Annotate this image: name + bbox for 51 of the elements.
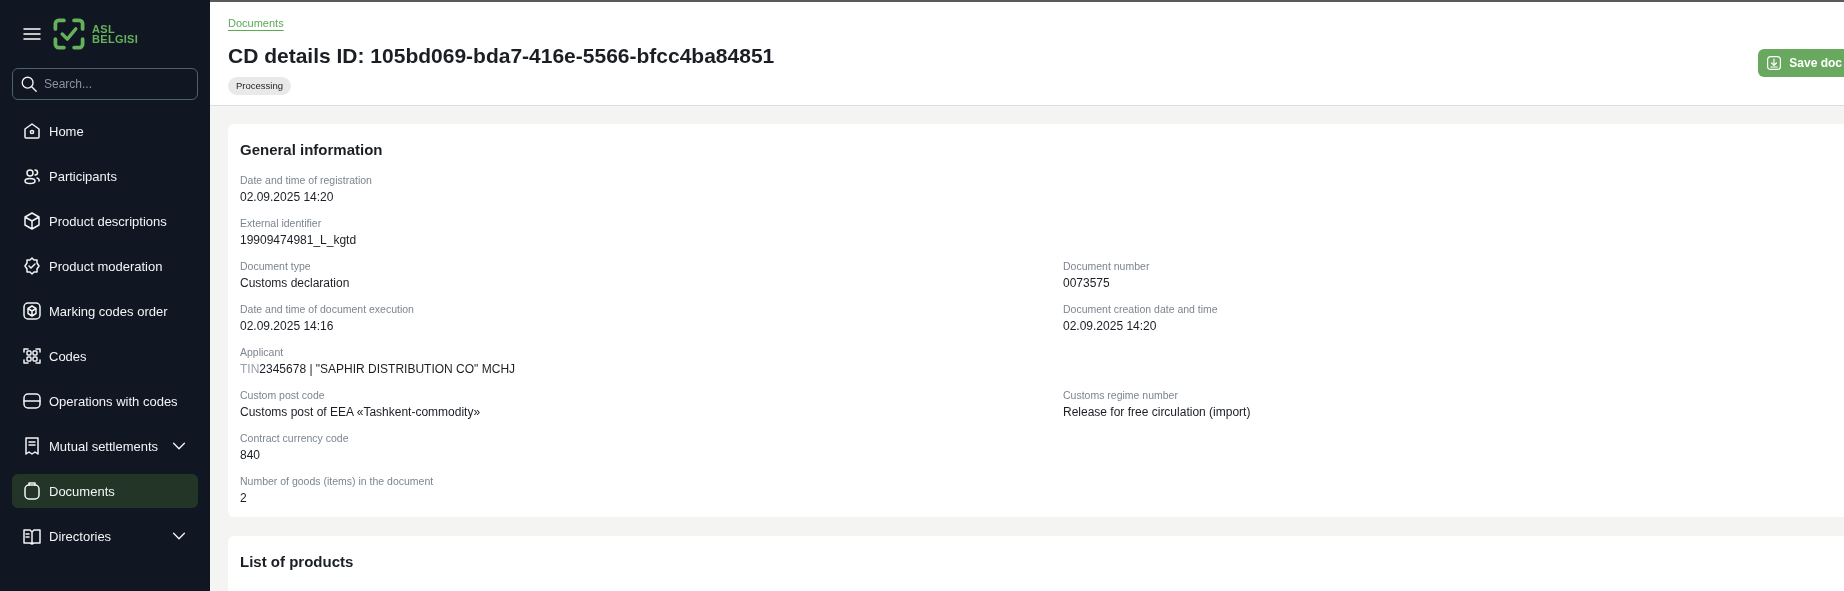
sidebar-item[interactable]: Home: [12, 114, 198, 148]
check-frame-icon: [52, 17, 86, 51]
sidebar-item[interactable]: Participants: [12, 159, 198, 193]
field-value: 840: [240, 447, 262, 464]
card-title: List of products: [240, 552, 355, 572]
field-value: TIN2345678 | "SAPHIR DISTRIBUTION CO" MCHJ: [240, 361, 517, 378]
clipboard-icon: [22, 481, 42, 501]
search-icon: [20, 75, 38, 93]
page-title: CD details ID: 105bd069-bda7-416e-5566-bfcc4ba84851: [228, 43, 775, 69]
field-value: Customs post of EEA «Tashkent-commodity»: [240, 404, 482, 421]
field-label: Document type: [240, 259, 312, 274]
badge-check-icon: [22, 256, 42, 276]
people-icon: [22, 166, 42, 186]
field-label: Contract currency code: [240, 431, 350, 446]
search-field[interactable]: Search...: [12, 68, 198, 100]
sidebar-item[interactable]: Product descriptions: [12, 204, 198, 238]
field-label: Customs regime number: [1063, 388, 1179, 403]
field-value: Release for free circulation (import): [1063, 404, 1252, 421]
field-label: Number of goods (items) in the document: [240, 474, 435, 489]
server-icon: [22, 391, 42, 411]
sidebar-item[interactable]: Product moderation: [12, 249, 198, 283]
qr-code-icon: [22, 346, 42, 366]
field-value: 19909474981_L_kgtd: [240, 232, 358, 249]
box-frame-icon: [22, 301, 42, 321]
sidebar-item[interactable]: Documents: [12, 474, 198, 508]
sidebar-item[interactable]: Directories: [12, 519, 198, 553]
sidebar-item[interactable]: Mutual settlements: [12, 429, 198, 463]
sidebar-item[interactable]: Codes: [12, 339, 198, 373]
field-label: Document number: [1063, 259, 1151, 274]
sidebar-item[interactable]: Operations with codes: [12, 384, 198, 418]
card-title: General information: [240, 140, 384, 160]
field-label: Applicant: [240, 345, 285, 360]
home-icon: [22, 121, 42, 141]
book-icon: [22, 526, 42, 546]
field-value: 02.09.2025 14:16: [240, 318, 335, 335]
field-value: 02.09.2025 14:20: [1063, 318, 1158, 335]
sidebar-item[interactable]: Marking codes order: [12, 294, 198, 328]
cube-icon: [22, 211, 42, 231]
field-label: Date and time of document execution: [240, 302, 415, 317]
field-label: External identifier: [240, 216, 323, 231]
field-value: 0073575: [1063, 275, 1111, 292]
field-value: 02.09.2025 14:20: [240, 189, 335, 206]
download-icon: [1766, 55, 1783, 71]
logo[interactable]: ASL BELGISI: [52, 17, 139, 51]
field-label: Date and time of registration: [240, 173, 373, 188]
receipt-icon: [22, 436, 42, 456]
field-value: Customs declaration: [240, 275, 351, 292]
field-label: Custom post code: [240, 388, 326, 403]
field-label: Document creation date and time: [1063, 302, 1219, 317]
field-value: 2: [240, 490, 248, 507]
status-badge: Processing: [228, 77, 291, 95]
